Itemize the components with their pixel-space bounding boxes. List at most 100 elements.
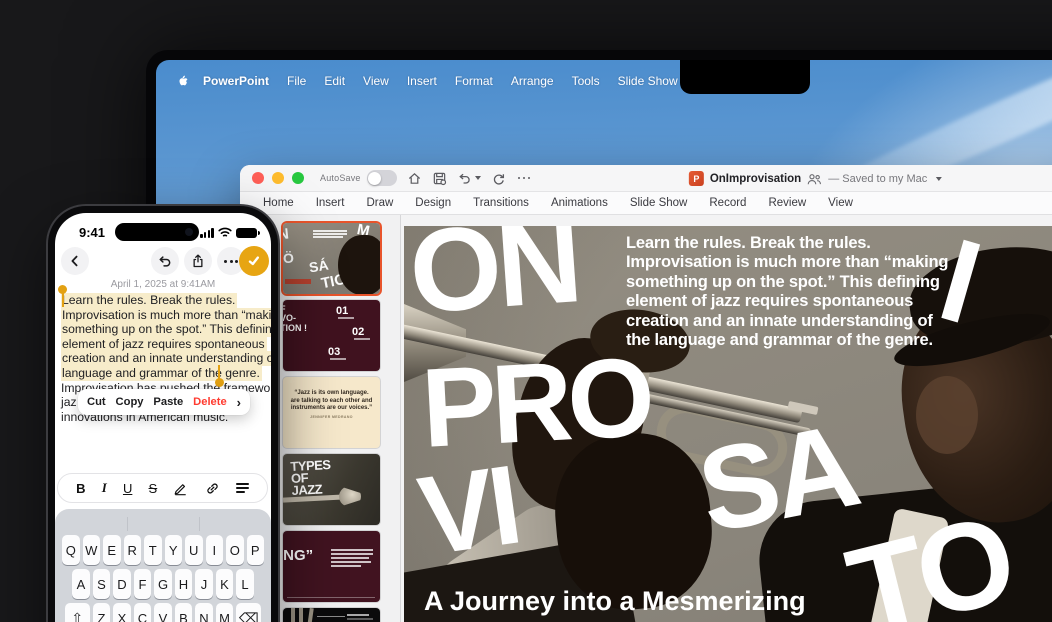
copy-button[interactable]: Copy bbox=[116, 396, 144, 408]
selected-text-line[interactable]: Learn the rules. Break the rules. bbox=[61, 293, 238, 308]
keyboard-key[interactable]: Q bbox=[62, 535, 80, 565]
thumbnail-slide-1[interactable]: N M Ö SÁ TION bbox=[283, 223, 380, 294]
close-button[interactable] bbox=[252, 172, 264, 184]
keyboard-key[interactable]: W bbox=[82, 535, 100, 565]
tab-animations[interactable]: Animations bbox=[540, 197, 619, 209]
document-name[interactable]: OnImprovisation bbox=[710, 173, 801, 185]
keyboard-key[interactable]: E bbox=[103, 535, 121, 565]
menu-item-edit[interactable]: Edit bbox=[315, 74, 354, 88]
cellular-signal-icon bbox=[200, 228, 214, 238]
keyboard: Q W E R T Y U I O P A S D F G H J K L ⇧ … bbox=[55, 509, 271, 622]
delete-button[interactable]: Delete bbox=[193, 396, 227, 408]
redo-icon[interactable] bbox=[491, 171, 506, 186]
backspace-key[interactable]: ⌫ bbox=[236, 603, 262, 622]
undo-dropdown-caret[interactable] bbox=[474, 176, 481, 180]
keyboard-key[interactable]: J bbox=[195, 569, 213, 599]
keyboard-key[interactable]: F bbox=[133, 569, 152, 599]
keyboard-key[interactable]: Z bbox=[92, 603, 111, 622]
keyboard-key[interactable]: H bbox=[174, 569, 193, 599]
link-icon[interactable] bbox=[205, 481, 220, 496]
slide-letter-sa: SA bbox=[688, 399, 865, 559]
tab-transitions[interactable]: Transitions bbox=[462, 197, 540, 209]
autosave-toggle[interactable] bbox=[366, 170, 397, 186]
slide-subtitle[interactable]: A Journey into a Mesmerizing bbox=[424, 586, 806, 617]
thumbnail-slide-3[interactable]: “Jazz is its own language. are talking t… bbox=[283, 377, 380, 448]
keyboard-key[interactable]: D bbox=[113, 569, 131, 599]
tab-slideshow[interactable]: Slide Show bbox=[619, 197, 699, 209]
menu-item-view[interactable]: View bbox=[354, 74, 398, 88]
slide-letter-vi: VI bbox=[411, 441, 524, 580]
keyboard-key[interactable]: K bbox=[215, 569, 234, 599]
italic-button[interactable]: I bbox=[102, 480, 107, 496]
shift-key[interactable]: ⇧ bbox=[64, 603, 90, 622]
home-icon[interactable] bbox=[407, 171, 422, 186]
menu-item-file[interactable]: File bbox=[278, 74, 315, 88]
saved-status-caret[interactable] bbox=[936, 176, 943, 181]
apple-logo-icon[interactable] bbox=[176, 74, 190, 89]
strikethrough-button[interactable]: S bbox=[149, 481, 158, 496]
selected-text-line[interactable]: something up on the spot.” This defining bbox=[61, 322, 271, 337]
save-icon[interactable] bbox=[432, 171, 447, 186]
tab-record[interactable]: Record bbox=[698, 197, 757, 209]
keyboard-key[interactable]: U bbox=[185, 535, 203, 565]
tab-view[interactable]: View bbox=[817, 197, 864, 209]
thumbnail-slide-6[interactable] bbox=[283, 608, 380, 622]
paste-button[interactable]: Paste bbox=[153, 396, 183, 408]
keyboard-key[interactable]: C bbox=[133, 603, 152, 622]
current-slide[interactable]: ON I PRO VI SA TO Learn the rules. Break… bbox=[404, 226, 1052, 622]
underline-button[interactable]: U bbox=[123, 481, 132, 496]
menu-item-app[interactable]: PowerPoint bbox=[194, 74, 278, 88]
keyboard-key[interactable]: T bbox=[144, 535, 162, 565]
done-check-button[interactable] bbox=[239, 246, 269, 276]
saved-status[interactable]: — Saved to my Mac bbox=[828, 173, 927, 185]
zoom-button[interactable] bbox=[292, 172, 304, 184]
alignment-icon[interactable] bbox=[235, 482, 249, 494]
keyboard-key[interactable]: S bbox=[92, 569, 111, 599]
keyboard-key[interactable]: X bbox=[113, 603, 131, 622]
keyboard-key[interactable]: O bbox=[226, 535, 244, 565]
keyboard-key[interactable]: Y bbox=[164, 535, 182, 565]
thumbnail-slide-5[interactable]: ING” bbox=[283, 531, 380, 602]
tab-home[interactable]: Home bbox=[252, 197, 305, 209]
menu-item-tools[interactable]: Tools bbox=[563, 74, 609, 88]
keyboard-key[interactable]: B bbox=[174, 603, 193, 622]
tab-draw[interactable]: Draw bbox=[355, 197, 404, 209]
thumbnail-slide-2[interactable]: F VO- TION ! 01 02 03 bbox=[283, 300, 380, 371]
undo-icon[interactable] bbox=[457, 171, 472, 186]
keyboard-key[interactable]: M bbox=[215, 603, 234, 622]
back-button[interactable] bbox=[61, 247, 89, 275]
menu-item-slideshow[interactable]: Slide Show bbox=[609, 74, 687, 88]
selected-text-line[interactable]: Improvisation is much more than “making bbox=[61, 307, 271, 323]
slide-editing-area[interactable]: ON I PRO VI SA TO Learn the rules. Break… bbox=[401, 215, 1052, 622]
thumbnail-slide-4[interactable]: TYPES OF JAZZ bbox=[283, 454, 380, 525]
keyboard-key[interactable]: A bbox=[72, 569, 90, 599]
tab-review[interactable]: Review bbox=[757, 197, 817, 209]
keyboard-key[interactable]: L bbox=[236, 569, 254, 599]
keyboard-key[interactable]: V bbox=[154, 603, 172, 622]
share-button[interactable] bbox=[184, 247, 212, 275]
keyboard-key[interactable]: N bbox=[195, 603, 213, 622]
menu-item-arrange[interactable]: Arrange bbox=[502, 74, 563, 88]
keyboard-key[interactable]: P bbox=[246, 535, 264, 565]
slide-body-text[interactable]: Learn the rules. Break the rules. Improv… bbox=[626, 234, 1026, 351]
selected-text-line[interactable]: creation and an innate understanding of … bbox=[61, 351, 271, 366]
selection-end-handle[interactable] bbox=[214, 378, 224, 387]
keyboard-key[interactable]: G bbox=[154, 569, 172, 599]
menu-item-insert[interactable]: Insert bbox=[398, 74, 446, 88]
more-toolbar-icon[interactable] bbox=[517, 176, 531, 180]
menu-item-format[interactable]: Format bbox=[446, 74, 502, 88]
menu-more-chevron[interactable]: › bbox=[237, 396, 241, 409]
keyboard-key[interactable]: R bbox=[123, 535, 141, 565]
tab-insert[interactable]: Insert bbox=[305, 197, 356, 209]
undo-button[interactable] bbox=[151, 247, 179, 275]
minimize-button[interactable] bbox=[272, 172, 284, 184]
cut-button[interactable]: Cut bbox=[87, 396, 106, 408]
bold-button[interactable]: B bbox=[76, 481, 85, 496]
keyboard-key[interactable]: I bbox=[205, 535, 223, 565]
selected-text-line[interactable]: element of jazz requires spontaneous bbox=[61, 336, 267, 352]
collaborators-icon[interactable] bbox=[807, 172, 822, 185]
thumb1-label bbox=[285, 279, 311, 284]
highlighter-pen-icon[interactable] bbox=[173, 481, 188, 496]
tab-design[interactable]: Design bbox=[404, 197, 462, 209]
selected-text-line[interactable]: language and grammar of the genre. bbox=[61, 365, 262, 381]
